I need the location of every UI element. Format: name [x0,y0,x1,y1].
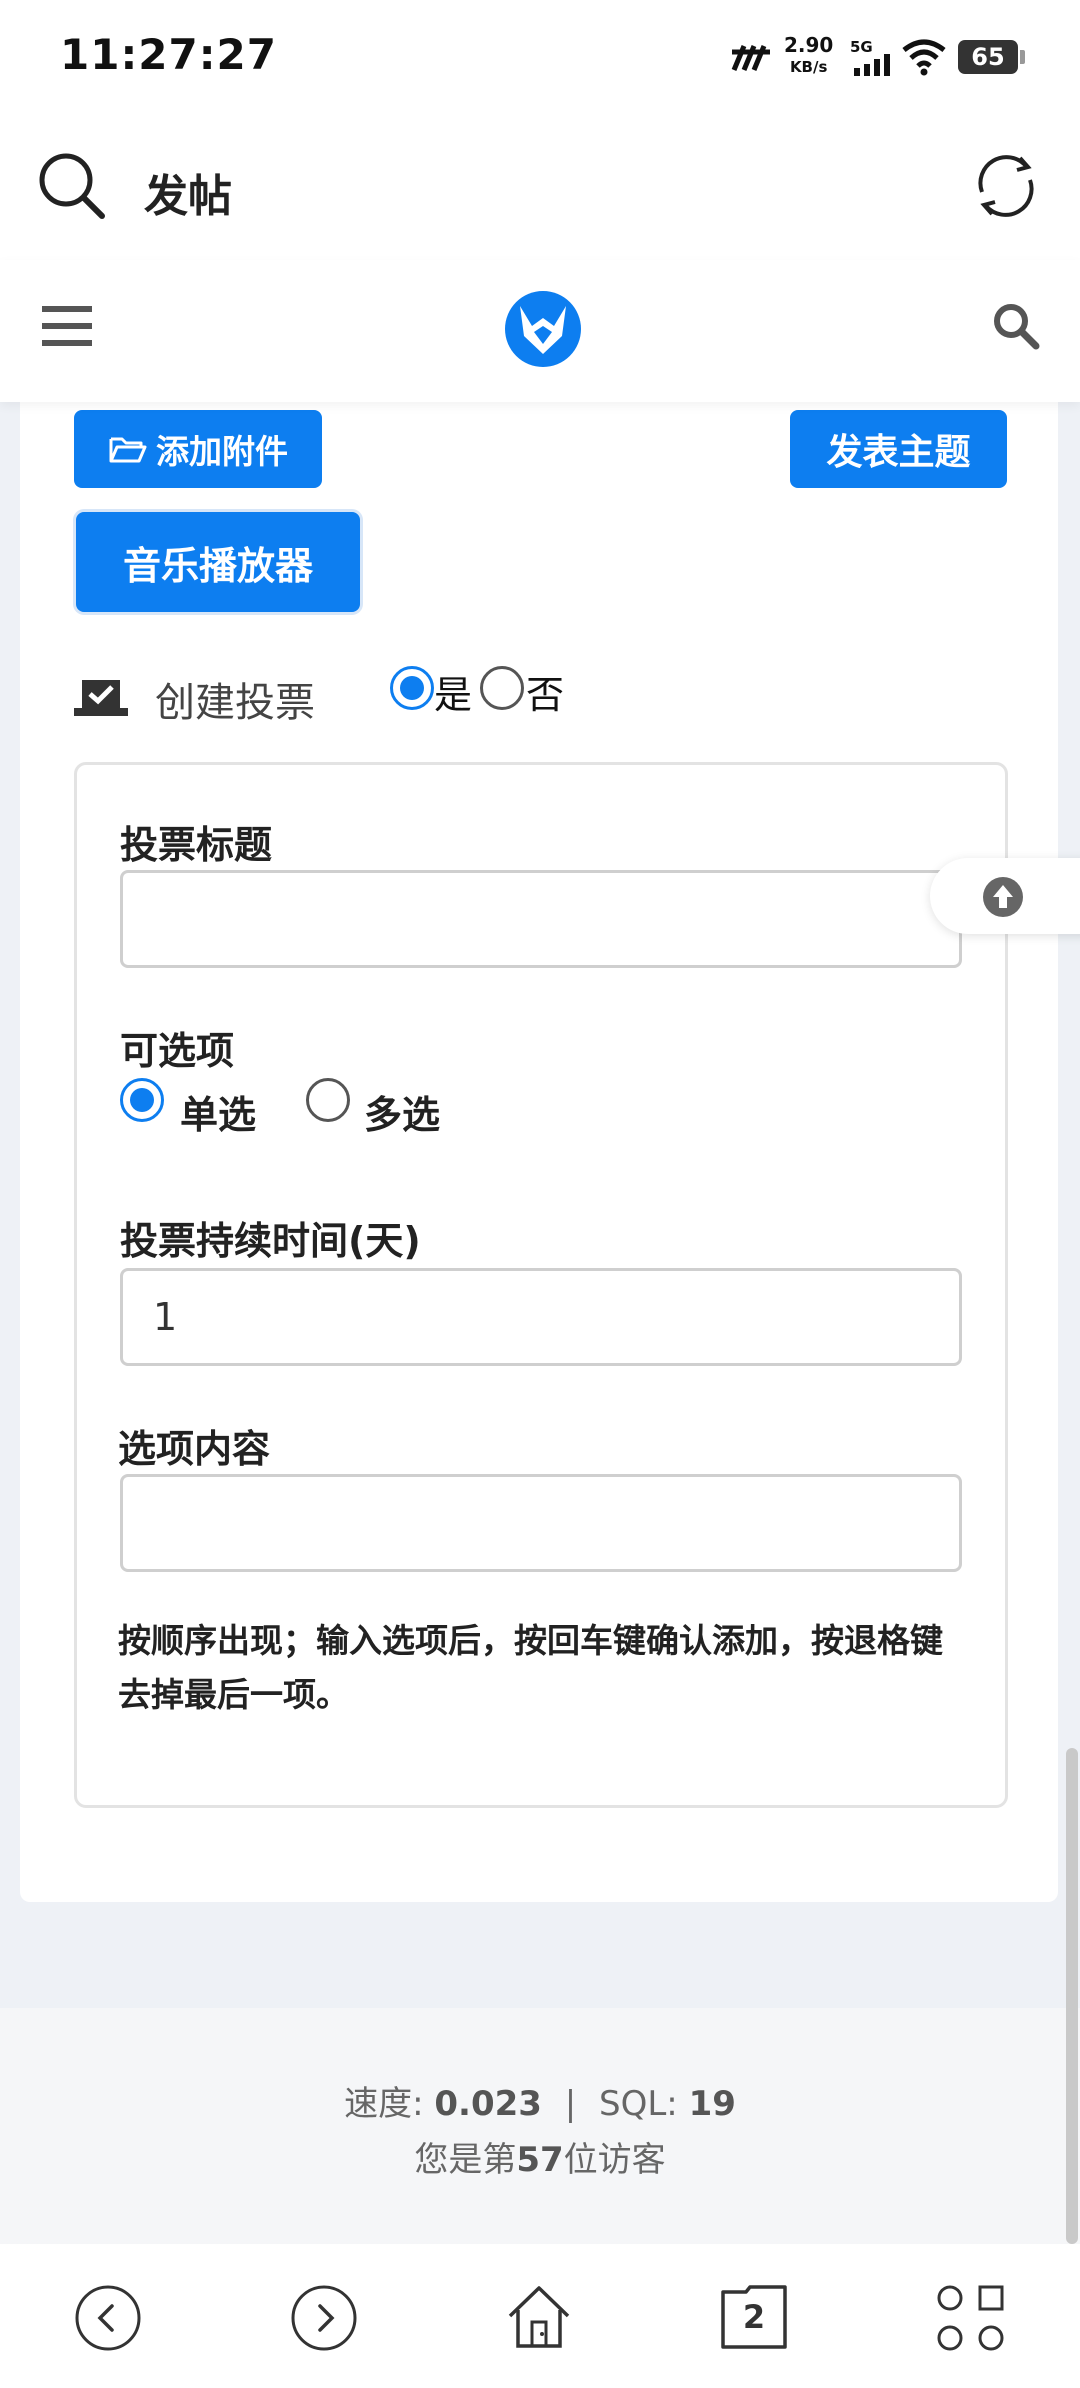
menu-icon[interactable] [42,304,92,348]
speed-label: 速度: [344,2084,424,2124]
music-player-button[interactable]: 音乐播放器 [76,512,360,612]
visitor-count: 57 [516,2140,564,2180]
forward-icon[interactable] [290,2284,358,2352]
sql-value: 19 [688,2084,736,2124]
option-content-input[interactable] [120,1474,962,1572]
vote-yes-label[interactable]: 是 [434,664,472,719]
signal-icon [854,54,890,76]
option-hint-text: 按顺序出现；输入选项后，按回车键确认添加，按退格键去掉最后一项。 [118,1621,943,1714]
back-icon[interactable] [74,2284,142,2352]
footer-stats: 速度: 0.023 | SQL: 19 [0,2076,1080,2125]
net-speed-unit: KB/s [789,58,828,76]
footer-separator: | [564,2084,577,2124]
vote-no-radio[interactable] [480,666,524,710]
data-saver-icon [731,45,770,71]
visitor-prefix: 您是第 [414,2140,517,2180]
search-icon[interactable] [36,150,108,222]
vote-yes-radio[interactable] [390,666,434,710]
visitor-suffix: 位访客 [563,2140,666,2180]
option-content-label: 选项内容 [118,1427,271,1471]
visitor-line: 您是第57位访客 [0,2132,1080,2181]
apps-icon[interactable] [936,2284,1006,2354]
net-speed-value: 2.90 [784,33,834,57]
vote-duration-label: 投票持续时间(天) [120,1219,421,1263]
nav-search-icon[interactable] [992,302,1040,350]
add-attachment-label: 添加附件 [156,433,288,470]
single-choice-radio[interactable] [120,1078,164,1122]
site-footer [0,2008,1080,2244]
scroll-top-button[interactable] [930,858,1080,934]
vote-title-label: 投票标题 [120,823,273,867]
battery-indicator: 65 [958,40,1025,74]
vote-no-label[interactable]: 否 [526,664,564,719]
tabs-button[interactable]: 2 [720,2284,788,2350]
arrow-up-icon [983,877,1023,917]
page-title: 发帖 [144,171,232,222]
publish-topic-button[interactable]: 发表主题 [790,410,1007,488]
sql-label: SQL: [599,2084,678,2124]
multi-choice-radio[interactable] [306,1078,350,1122]
status-time: 11:27:27 [60,30,277,79]
page-scrollbar[interactable] [1066,1748,1078,2244]
wifi-icon [902,39,946,76]
multi-choice-label[interactable]: 多选 [364,1084,440,1139]
single-choice-label[interactable]: 单选 [180,1084,256,1139]
options-label: 可选项 [120,1029,235,1073]
net-speed: 2.90 KB/s [784,34,833,78]
refresh-icon[interactable] [970,150,1042,222]
create-vote-label: 创建投票 [155,680,315,726]
vote-duration-input[interactable]: 1 [120,1268,962,1366]
add-attachment-button[interactable]: 添加附件 [74,410,322,488]
tab-count: 2 [742,2298,766,2336]
home-icon[interactable] [504,2282,574,2352]
speed-value: 0.023 [434,2084,542,2124]
folder-icon [109,437,147,463]
vote-title-input[interactable] [120,870,962,968]
site-logo-icon[interactable] [504,290,582,368]
vote-icon [74,680,128,716]
